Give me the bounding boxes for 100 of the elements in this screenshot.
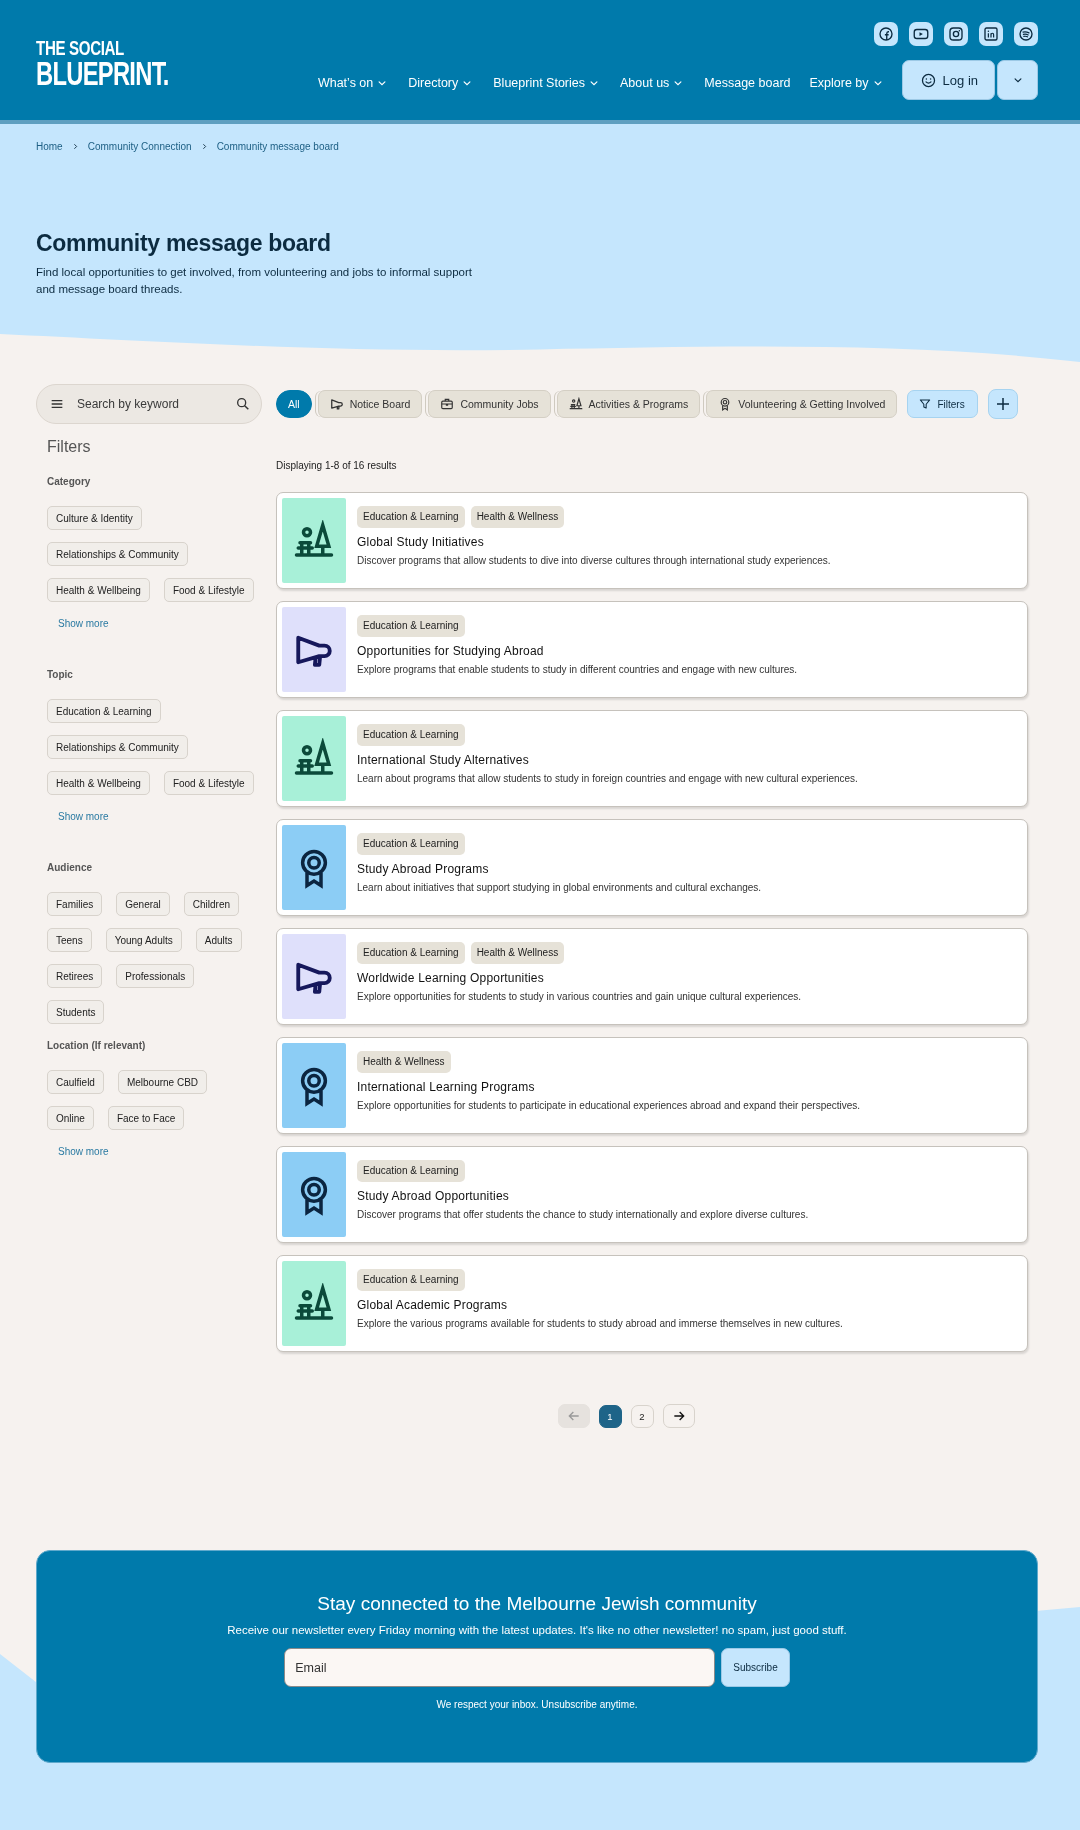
dropdown-button[interactable] — [997, 60, 1038, 100]
park-icon — [568, 397, 583, 411]
filter-option[interactable]: Caulfield — [47, 1070, 104, 1094]
category-tag: Education & Learning — [357, 1269, 465, 1291]
filter-option[interactable]: Health & Wellbeing — [47, 578, 150, 602]
filter-option[interactable]: Relationships & Community — [47, 542, 188, 566]
nav-link[interactable]: Blueprint Stories — [493, 76, 601, 90]
nav-link[interactable]: What’s on — [317, 76, 390, 90]
breadcrumb-link[interactable]: Community message board — [216, 141, 339, 152]
card-title: International Study Alternatives — [357, 753, 530, 767]
filter-option[interactable]: Professionals — [116, 964, 195, 988]
filter-option[interactable]: General — [116, 892, 170, 916]
filter-option[interactable]: Children — [183, 892, 240, 916]
card-title: Global Academic Programs — [357, 1298, 509, 1312]
next-page-button[interactable] — [662, 1404, 695, 1428]
card-description: Explore opportunities for students to study in various countries and gain unique cultural experiences. — [357, 991, 802, 1002]
category-tag: Education & Learning — [357, 506, 465, 528]
card-title: Global Study Initiatives — [357, 535, 485, 549]
filter-chip[interactable]: All — [276, 390, 312, 418]
megaphone-icon — [329, 397, 344, 411]
result-card[interactable]: Health & Wellness International Learning Programs Explore opportunities for students to participate in educational experiences abroad and expand their perspectives. — [276, 1037, 1028, 1134]
search-field[interactable]: Search by keyword — [36, 384, 262, 424]
show-more-link[interactable]: Show more — [58, 618, 276, 629]
camera-icon — [947, 25, 965, 43]
site-logo[interactable]: THE SOCIAL BLUEPRINT. — [36, 38, 221, 90]
filter-option[interactable]: Food & Lifestyle — [163, 771, 254, 795]
nav-link[interactable]: About us — [620, 76, 686, 90]
filter-group-title: Location (If relevant) — [47, 1040, 147, 1051]
category-tag: Education & Learning — [357, 833, 465, 855]
filter-group-title: Category — [47, 476, 92, 487]
show-more-link[interactable]: Show more — [58, 811, 276, 822]
card-description: Learn about programs that allow students to study in foreign countries and engage with new cultural experiences. — [357, 773, 858, 784]
filter-option[interactable]: Health & Wellbeing — [47, 771, 150, 795]
category-tag: Health & Wellness — [357, 1051, 451, 1073]
result-card[interactable]: Education & Learning Study Abroad Programs Learn about initiatives that support studying in global environments and cultural exchanges. — [276, 819, 1028, 916]
result-card[interactable]: Education & Learning Health & Wellness Global Study Initiatives Discover programs that allow students to dive into diverse cultures through international study experiences. — [276, 492, 1028, 589]
filter-group-title: Topic — [47, 669, 74, 680]
sidebar-title: Filters — [47, 438, 92, 456]
card-description: Learn about initiatives that support studying in global environments and cultural exchanges. — [357, 882, 762, 893]
social-link[interactable] — [979, 22, 1003, 46]
filter-option[interactable]: Teens — [47, 928, 92, 952]
social-link[interactable] — [1014, 22, 1038, 46]
newsletter-title: Stay connected to the Melbourne Jewish community — [317, 1593, 757, 1615]
show-more-link[interactable]: Show more — [58, 1146, 276, 1157]
filter-chip[interactable]: Community Jobs — [428, 390, 551, 418]
filter-option[interactable]: Young Adults — [105, 928, 182, 952]
filter-option[interactable]: Culture & Identity — [47, 506, 142, 530]
category-tag: Education & Learning — [357, 615, 465, 637]
nav-link[interactable]: Message board — [704, 76, 791, 90]
sound-wave-icon — [1017, 25, 1035, 43]
filter-option[interactable]: Students — [47, 1000, 105, 1024]
login-button[interactable]: Log in — [901, 60, 995, 100]
results-summary: Displaying 1-8 of 16 results — [276, 460, 398, 471]
filter-chip[interactable]: Notice Board — [317, 390, 423, 418]
filter-funnel-icon — [918, 397, 933, 411]
filter-group-title: Audience — [47, 862, 93, 873]
filter-option[interactable]: Food & Lifestyle — [163, 578, 254, 602]
email-field[interactable]: Email — [284, 1648, 716, 1687]
add-button[interactable] — [987, 389, 1018, 419]
card-title: Opportunities for Studying Abroad — [357, 644, 545, 658]
card-description: Discover programs that allow students to dive into diverse cultures through international study experiences. — [357, 555, 831, 566]
newsletter-text: Receive our newsletter every Friday morning with the latest updates. It's like no other newsletter! no spam, just good stuff. — [227, 1624, 847, 1636]
newsletter-note: We respect your inbox. Unsubscribe anytime. — [436, 1699, 638, 1710]
breadcrumb-link[interactable]: Community Connection — [87, 141, 192, 152]
result-card[interactable]: Education & Learning Opportunities for Studying Abroad Explore programs that enable students to study in different countries and engage with new cultures. — [276, 601, 1028, 698]
filter-option[interactable]: Adults — [195, 928, 242, 952]
category-tag: Education & Learning — [357, 1160, 465, 1182]
category-tag: Education & Learning — [357, 942, 465, 964]
linkedin-icon — [982, 25, 1000, 43]
page-title: Community message board — [36, 230, 332, 257]
filter-option[interactable]: Face to Face — [107, 1106, 185, 1130]
page-button[interactable]: 2 — [630, 1404, 654, 1428]
social-link[interactable] — [874, 22, 898, 46]
filter-option[interactable]: Relationships & Community — [47, 735, 188, 759]
filter-chip[interactable]: Activities & Programs — [556, 390, 701, 418]
result-card[interactable]: Education & Learning Global Academic Programs Explore the various programs available for students to study abroad and immerse themselves in new cultures. — [276, 1255, 1028, 1352]
social-link[interactable] — [944, 22, 968, 46]
filter-option[interactable]: Online — [47, 1106, 94, 1130]
search-icon[interactable] — [235, 396, 251, 412]
filter-option[interactable]: Families — [47, 892, 103, 916]
smiley-icon — [919, 71, 937, 89]
subscribe-button[interactable]: Subscribe — [721, 1648, 790, 1687]
result-card[interactable]: Education & Learning Health & Wellness Worldwide Learning Opportunities Explore opportunities for students to study in various countries and gain unique cultural experiences. — [276, 928, 1028, 1025]
nav-link[interactable]: Explore by — [809, 76, 885, 90]
filter-chip[interactable]: Volunteering & Getting Involved — [706, 390, 898, 418]
search-input[interactable]: Search by keyword — [75, 396, 225, 412]
card-title: Study Abroad Opportunities — [357, 1189, 510, 1203]
filter-option[interactable]: Retirees — [47, 964, 103, 988]
filter-option[interactable]: Education & Learning — [47, 699, 161, 723]
nav-link[interactable]: Directory — [408, 76, 475, 90]
card-title: Worldwide Learning Opportunities — [357, 971, 545, 985]
social-link[interactable] — [909, 22, 933, 46]
filter-option[interactable]: Melbourne CBD — [117, 1070, 208, 1094]
card-description: Explore the various programs available for students to study abroad and immerse themselves in new cultures. — [357, 1318, 843, 1329]
result-card[interactable]: Education & Learning Study Abroad Opportunities Discover programs that offer students the chance to study internationally and explore diverse cultures. — [276, 1146, 1028, 1243]
filters-button[interactable]: Filters — [907, 390, 978, 418]
card-title: International Learning Programs — [357, 1080, 536, 1094]
result-card[interactable]: Education & Learning International Study Alternatives Learn about programs that allow students to study in foreign countries and engage with new cultural experiences. — [276, 710, 1028, 807]
breadcrumb-link[interactable]: Home — [36, 141, 63, 152]
page-button[interactable]: 1 — [598, 1404, 622, 1428]
